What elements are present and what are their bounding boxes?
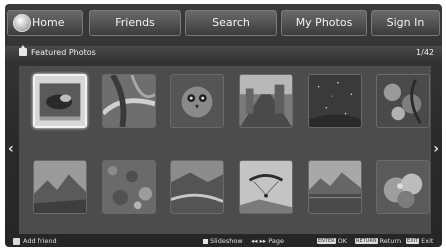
photo-thumbnail[interactable] xyxy=(239,74,293,128)
photo-thumbnail[interactable] xyxy=(33,160,87,214)
ok-hint[interactable]: ENTER OK xyxy=(317,236,347,247)
nav-home[interactable]: Home xyxy=(7,10,83,36)
return-label: Return xyxy=(379,237,402,245)
page-counter: 1/42 xyxy=(416,48,434,57)
photo-thumbnail[interactable] xyxy=(33,74,87,128)
photo-thumbnail[interactable] xyxy=(308,74,362,128)
photo-grid xyxy=(19,66,431,234)
page-hint[interactable]: ◂◂ ▸▸ Page xyxy=(251,236,284,247)
exit-key-badge: EXIT xyxy=(406,238,420,244)
chevron-right-icon[interactable]: › xyxy=(433,142,439,156)
photo-thumbnail[interactable] xyxy=(239,160,293,214)
photo-thumbnail[interactable] xyxy=(170,74,224,128)
nav-home-label: Home xyxy=(32,16,65,29)
nav-friends[interactable]: Friends xyxy=(89,10,181,36)
enter-key-badge: ENTER xyxy=(317,238,336,244)
page-keys-icon: ◂◂ ▸▸ xyxy=(251,237,267,245)
photo-thumbnail[interactable] xyxy=(376,74,430,128)
photo-thumbnail[interactable] xyxy=(376,160,430,214)
slideshow-hint[interactable]: Slideshow xyxy=(203,236,243,247)
nav-search[interactable]: Search xyxy=(185,10,277,36)
home-logo-icon xyxy=(13,14,31,32)
photo-app-screen: Home Friends Search My Photos Sign In Fe… xyxy=(5,4,442,247)
nav-sign-in[interactable]: Sign In xyxy=(371,10,440,36)
house-icon xyxy=(19,45,27,56)
exit-label: Exit xyxy=(421,237,434,245)
return-hint[interactable]: RETURN Return xyxy=(355,236,401,247)
exit-hint[interactable]: EXIT Exit xyxy=(406,236,433,247)
add-friend-button[interactable]: Add friend xyxy=(23,236,57,247)
featured-title: Featured Photos xyxy=(31,48,96,57)
ok-label: OK xyxy=(337,237,347,245)
nav-my-photos[interactable]: My Photos xyxy=(281,10,367,36)
photo-thumbnail[interactable] xyxy=(102,74,156,128)
photo-thumbnail[interactable] xyxy=(102,160,156,214)
photo-thumbnail[interactable] xyxy=(308,160,362,214)
photo-thumbnail[interactable] xyxy=(170,160,224,214)
chevron-left-icon[interactable]: ‹ xyxy=(8,142,14,156)
featured-header: Featured Photos 1/42 xyxy=(5,45,442,60)
return-key-badge: RETURN xyxy=(355,238,378,244)
slideshow-label: Slideshow xyxy=(210,237,243,245)
top-navigation: Home Friends Search My Photos Sign In xyxy=(5,7,442,43)
person-add-icon xyxy=(13,238,20,245)
bottom-hint-bar: Add friend Slideshow ◂◂ ▸▸ Page ENTER OK … xyxy=(5,236,442,247)
page-label: Page xyxy=(268,237,284,245)
square-key-icon xyxy=(203,238,208,244)
